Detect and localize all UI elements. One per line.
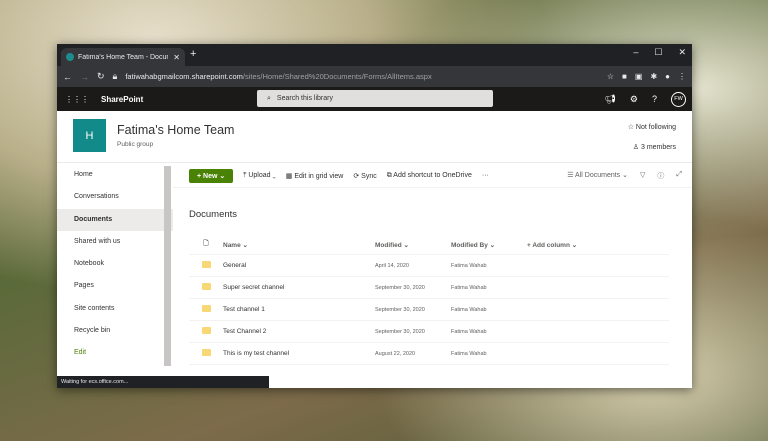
left-nav: Home Conversations Documents Shared with… <box>57 164 173 376</box>
modified-date: April 14, 2020 <box>375 262 409 269</box>
menu-icon[interactable]: ⋮ <box>678 72 686 81</box>
suite-bar: ⋮⋮⋮ SharePoint ⌕ Search this library 📢︎ ⚙?… <box>57 87 692 111</box>
search-icon: ⌕ <box>267 94 271 102</box>
browser-status-bar: Waiting for ecs.office.com... <box>57 376 269 388</box>
nav-item-recycle-bin[interactable]: Recycle bin <box>57 320 173 342</box>
bookmark-star-icon[interactable]: ☆ <box>607 72 614 81</box>
modified-date: August 22, 2020 <box>375 350 416 357</box>
folder-icon <box>201 327 211 334</box>
puzzle-icon[interactable]: ✱ <box>650 72 657 81</box>
more-button[interactable]: ··· <box>482 172 489 179</box>
table-row[interactable]: Test channel 1 September 30, 2020 Fatima W… <box>189 299 669 321</box>
nav-scrollbar[interactable] <box>164 166 171 366</box>
file-name[interactable]: Test channel 1 <box>223 306 375 313</box>
minimize-icon[interactable]: – <box>633 47 638 58</box>
site-subtitle: Public group <box>117 141 154 148</box>
expand-icon[interactable]: ⤢ <box>676 171 682 181</box>
profile-icon[interactable]: ● <box>665 72 670 81</box>
new-tab-icon[interactable]: + <box>190 48 196 60</box>
url-field[interactable]: fatiwahabgmailcom.sharepoint.com/sites/H… <box>125 72 599 81</box>
nav-item-conversations[interactable]: Conversations <box>57 186 173 208</box>
main-content: + New ⌄ ⤒ Upload ⌄ ▦ Edit in grid view ⟳… <box>173 164 692 388</box>
modified-date: September 30, 2020 <box>375 328 425 335</box>
file-name[interactable]: This is my test channel <box>223 350 375 357</box>
site-logo: H <box>73 119 106 152</box>
folder-icon <box>201 349 211 356</box>
gear-icon[interactable]: ⚙ <box>630 94 638 105</box>
info-icon[interactable]: ⓘ <box>657 171 664 181</box>
nav-item-pages[interactable]: Pages <box>57 275 173 297</box>
table-header: 🗋 Name ⌄ Modified ⌄ Modified By ⌄ + Add … <box>189 235 669 255</box>
nav-item-shared-with-us[interactable]: Shared with us <box>57 231 173 253</box>
reload-icon[interactable]: ↻ <box>97 71 105 82</box>
view-selector[interactable]: ☰ All Documents ⌄ <box>567 171 628 181</box>
nav-item-site-contents[interactable]: Site contents <box>57 298 173 320</box>
file-name[interactable]: Super secret channel <box>223 284 375 291</box>
sync-button[interactable]: ⟳ Sync <box>353 172 376 180</box>
sharepoint-favicon-icon <box>66 53 74 61</box>
avatar[interactable]: FW <box>671 91 686 107</box>
add-shortcut-button[interactable]: ⧉ Add shortcut to OneDrive <box>387 172 472 180</box>
close-window-icon[interactable]: ✕ <box>678 47 686 58</box>
modified-date: September 30, 2020 <box>375 306 425 313</box>
site-header: H Fatima's Home Team Public group ☆ Not … <box>57 111 692 163</box>
maximize-icon[interactable]: ☐ <box>654 47 662 58</box>
star-icon: ☆ <box>627 124 634 131</box>
file-type-icon[interactable]: 🗋 <box>189 239 223 250</box>
folder-icon <box>201 261 211 268</box>
nav-edit-link[interactable]: Edit <box>57 342 173 364</box>
folder-icon <box>201 305 211 312</box>
forward-icon[interactable]: → <box>80 72 89 82</box>
extension-icon[interactable]: ▣ <box>635 72 643 81</box>
nav-item-documents[interactable]: Documents <box>57 208 173 231</box>
nav-item-home[interactable]: Home <box>57 164 173 186</box>
grid-view-button[interactable]: ▦ Edit in grid view <box>286 172 344 180</box>
lock-icon: 🔒︎ <box>112 71 118 81</box>
tab-close-icon[interactable]: ✕ <box>173 53 180 62</box>
members-button[interactable]: ♙ 3 members <box>633 143 676 151</box>
person-icon: ♙ <box>632 144 640 151</box>
column-modified-by[interactable]: Modified By ⌄ <box>451 241 527 249</box>
tab-title: Fatima's Home Team - Documents <box>78 53 168 61</box>
add-column-button[interactable]: + Add column ⌄ <box>527 241 577 249</box>
upload-button[interactable]: ⤒ Upload ⌄ <box>243 172 275 180</box>
table-row[interactable]: General April 14, 2020 Fatima Wahab <box>189 255 669 277</box>
site-title[interactable]: Fatima's Home Team <box>117 123 234 137</box>
file-name[interactable]: Test Channel 2 <box>223 328 375 335</box>
back-icon[interactable]: ← <box>63 72 72 82</box>
filter-icon[interactable]: ▽ <box>640 171 645 181</box>
tab-bar: Fatima's Home Team - Documents ✕ + – ☐ ✕ <box>57 44 692 66</box>
column-modified[interactable]: Modified ⌄ <box>375 241 451 249</box>
browser-tab[interactable]: Fatima's Home Team - Documents ✕ <box>61 48 185 66</box>
address-bar: ← → ↻ 🔒︎ fatiwahabgmailcom.sharepoint.co… <box>57 66 692 87</box>
help-icon[interactable]: ? <box>652 94 657 104</box>
megaphone-icon[interactable]: 📢︎ <box>604 94 615 105</box>
modified-by: Fatima Wahab <box>451 350 487 357</box>
new-button[interactable]: + New ⌄ <box>189 168 234 183</box>
table-row[interactable]: This is my test channel August 22, 2020 Fa… <box>189 343 669 365</box>
folder-icon <box>201 283 211 290</box>
app-name[interactable]: SharePoint <box>101 95 143 104</box>
modified-by: Fatima Wahab <box>451 306 487 313</box>
column-name[interactable]: Name ⌄ <box>223 241 375 249</box>
library-title: Documents <box>189 209 238 220</box>
browser-window: Fatima's Home Team - Documents ✕ + – ☐ ✕ ←… <box>57 44 692 388</box>
command-bar: + New ⌄ ⤒ Upload ⌄ ▦ Edit in grid view ⟳… <box>173 164 692 188</box>
documents-table: 🗋 Name ⌄ Modified ⌄ Modified By ⌄ + Add … <box>189 235 669 365</box>
table-row[interactable]: Super secret channel September 30, 2020 Fa… <box>189 277 669 299</box>
search-input[interactable]: ⌕ Search this library <box>257 90 493 107</box>
nav-item-notebook[interactable]: Notebook <box>57 253 173 275</box>
modified-by: Fatima Wahab <box>451 262 487 269</box>
modified-by: Fatima Wahab <box>451 284 487 291</box>
app-launcher-icon[interactable]: ⋮⋮⋮ <box>65 95 89 104</box>
modified-date: September 30, 2020 <box>375 284 425 291</box>
modified-by: Fatima Wahab <box>451 328 487 335</box>
follow-button[interactable]: ☆ Not following <box>628 123 676 131</box>
file-name[interactable]: General <box>223 262 375 269</box>
extension-icon[interactable]: ■ <box>622 72 627 81</box>
table-row[interactable]: Test Channel 2 September 30, 2020 Fatima W… <box>189 321 669 343</box>
